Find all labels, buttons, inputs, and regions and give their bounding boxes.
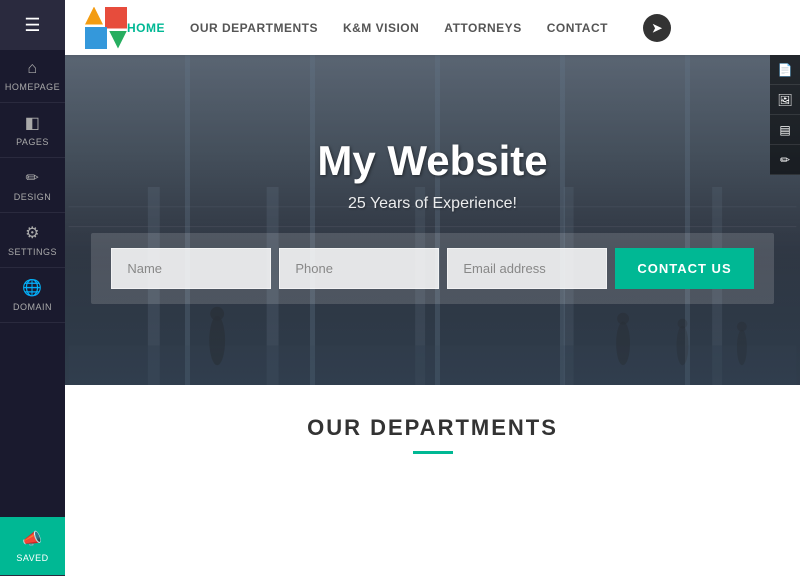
nav-item-attorneys[interactable]: ATTORNEYS: [444, 21, 521, 35]
file-icon: 📄: [778, 63, 793, 77]
right-toolbar: 📄 🖼 ▤ ✏: [770, 55, 800, 175]
sidebar-item-pages[interactable]: ◧ PAGES: [0, 103, 65, 158]
sidebar-item-saved-label: Saved: [16, 553, 48, 563]
sidebar-item-design[interactable]: ✏ DESIGN: [0, 158, 65, 213]
nav-item-contact[interactable]: CONTACT: [547, 21, 608, 35]
layout-icon: ▤: [779, 123, 790, 137]
hamburger-icon: ☰: [24, 15, 40, 36]
logo: [85, 7, 127, 49]
logo-red: [105, 7, 127, 29]
image-icon: 🖼: [777, 93, 792, 107]
toolbar-btn-edit[interactable]: ✏: [770, 145, 800, 175]
domain-icon: 🌐: [22, 278, 42, 298]
logo-green: [109, 31, 127, 49]
design-icon: ✏: [26, 168, 40, 188]
sidebar-item-domain-label: DOMAIN: [13, 302, 52, 312]
nav-item-departments[interactable]: OUR DEPARTMENTS: [190, 21, 318, 35]
toolbar-btn-layout[interactable]: ▤: [770, 115, 800, 145]
sidebar-item-saved[interactable]: 📣 Saved: [0, 517, 65, 576]
sidebar-item-homepage[interactable]: ⌂ HOMEPAGE: [0, 50, 65, 103]
pages-icon: ◧: [25, 113, 41, 133]
hero-title: My Website: [317, 137, 547, 185]
toolbar-btn-file[interactable]: 📄: [770, 55, 800, 85]
nav-arrow-button[interactable]: ➤: [643, 14, 671, 42]
sidebar: ☰ ⌂ HOMEPAGE ◧ PAGES ✏ DESIGN ⚙ SETTINGS…: [0, 0, 65, 576]
departments-underline: [413, 451, 453, 454]
edit-icon: ✏: [780, 153, 790, 167]
sidebar-item-homepage-label: HOMEPAGE: [5, 82, 60, 92]
navbar: HOME OUR DEPARTMENTS K&M VISION ATTORNEY…: [65, 0, 800, 55]
hero-subtitle: 25 Years of Experience!: [317, 195, 547, 213]
hero-form: CONTACT US: [91, 233, 773, 304]
logo-yellow: [85, 7, 103, 25]
saved-icon: 📣: [22, 529, 42, 549]
sidebar-item-settings[interactable]: ⚙ SETTINGS: [0, 213, 65, 268]
sidebar-item-pages-label: PAGES: [16, 137, 49, 147]
home-icon: ⌂: [27, 60, 37, 78]
departments-section: OUR DEPARTMENTS: [65, 385, 800, 474]
name-input[interactable]: [111, 248, 271, 289]
logo-blue: [85, 27, 107, 49]
departments-title: OUR DEPARTMENTS: [85, 415, 780, 441]
phone-input[interactable]: [279, 248, 439, 289]
toolbar-btn-image[interactable]: 🖼: [770, 85, 800, 115]
sidebar-item-settings-label: SETTINGS: [8, 247, 57, 257]
menu-toggle-button[interactable]: ☰: [0, 0, 65, 50]
sidebar-item-domain[interactable]: 🌐 DOMAIN: [0, 268, 65, 323]
sidebar-item-design-label: DESIGN: [14, 192, 52, 202]
hero-section: My Website 25 Years of Experience! CONTA…: [65, 55, 800, 385]
nav-menu: HOME OUR DEPARTMENTS K&M VISION ATTORNEY…: [127, 14, 671, 42]
settings-icon: ⚙: [25, 223, 40, 243]
main-content: HOME OUR DEPARTMENTS K&M VISION ATTORNEY…: [65, 0, 800, 576]
email-input[interactable]: [447, 248, 607, 289]
arrow-icon: ➤: [652, 21, 662, 35]
contact-us-button[interactable]: CONTACT US: [615, 248, 753, 289]
nav-item-vision[interactable]: K&M VISION: [343, 21, 419, 35]
hero-content: My Website 25 Years of Experience!: [317, 137, 547, 213]
nav-item-home[interactable]: HOME: [127, 21, 165, 35]
